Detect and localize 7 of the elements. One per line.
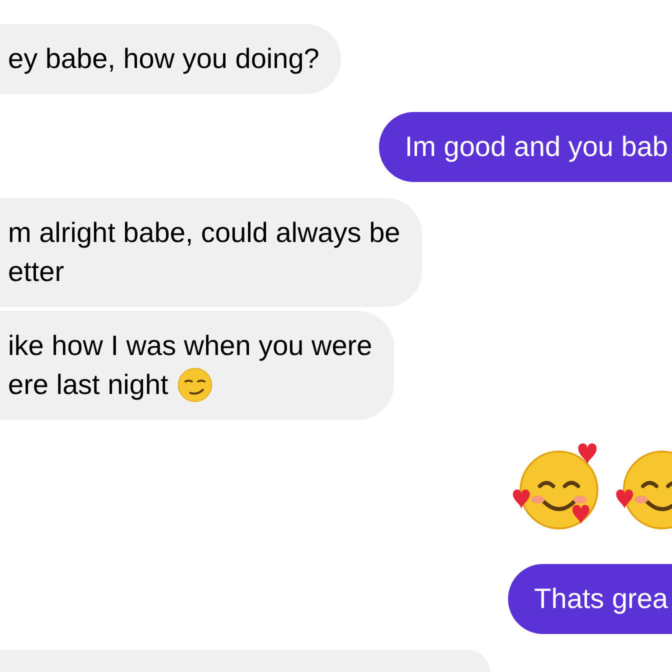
message-text: Thats grea — [534, 582, 668, 616]
message-text: etter — [8, 255, 66, 289]
message-text: m alright babe, could always be — [8, 216, 400, 250]
message-text: Im good and you bab — [404, 130, 668, 164]
message-text: ey babe, how you doing? — [8, 42, 320, 76]
message-text: ike how I was when you were — [8, 329, 372, 363]
message-text: ere last night — [8, 368, 168, 402]
